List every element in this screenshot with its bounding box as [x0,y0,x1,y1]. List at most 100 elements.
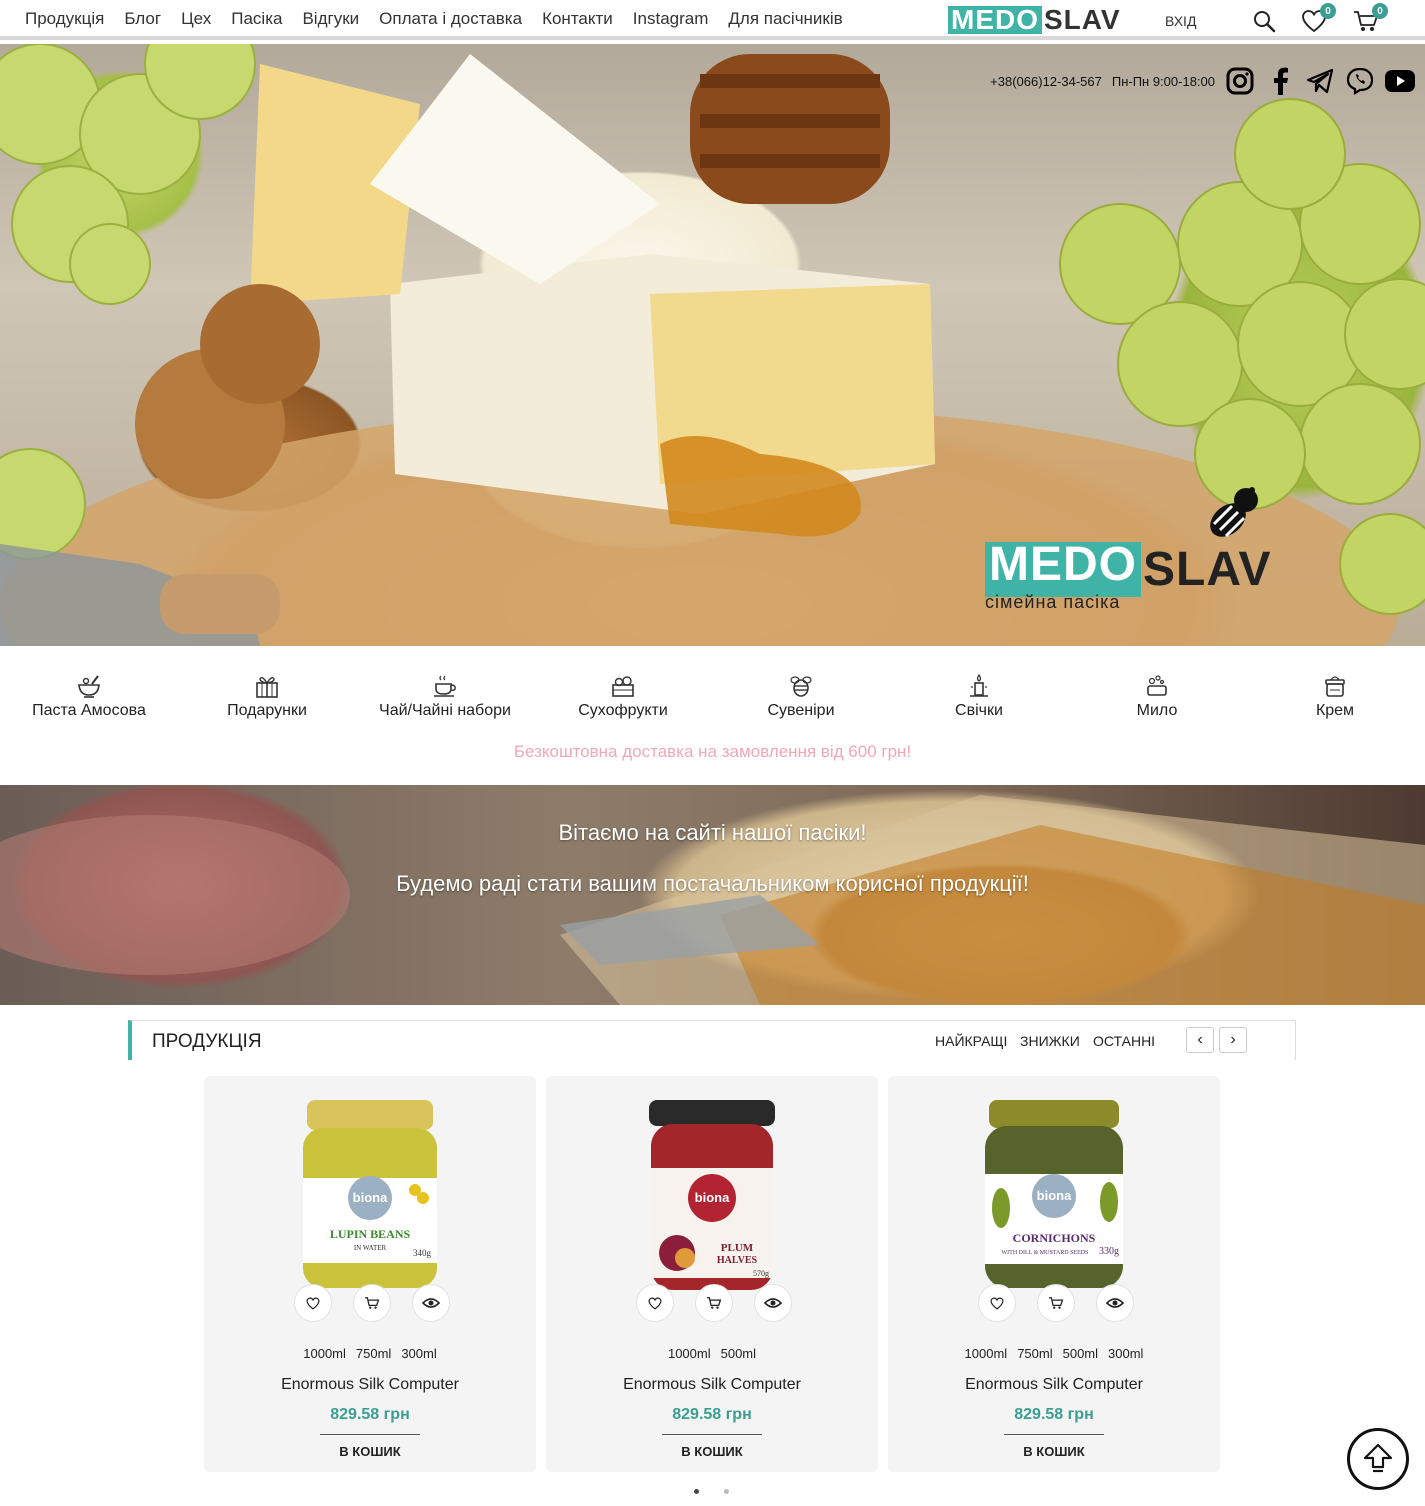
size-option[interactable]: 1000ml [303,1346,346,1361]
nav-link-products[interactable]: Продукція [25,9,104,29]
instagram-link[interactable] [1225,66,1255,96]
welcome-line-2: Будемо раді стати вашим постачальником к… [396,871,1029,896]
youtube-link[interactable] [1385,66,1415,96]
product-card[interactable]: biona PLUM HALVES 570g 1000ml 500ml Enorm… [546,1076,878,1472]
scroll-to-top-button[interactable] [1347,1428,1409,1490]
product-image: biona CORNICHONS WITH DILL & MUSTARD SEE… [985,1100,1123,1288]
add-to-cart-button[interactable]: в кошик [888,1444,1220,1459]
svg-text:biona: biona [695,1190,730,1205]
size-option[interactable]: 750ml [1017,1346,1052,1361]
hero-brand-slav: SLAV [1143,543,1272,596]
quick-view-button[interactable] [1096,1284,1134,1322]
logo-text-medo: MEDO [948,6,1042,34]
cart-icon [365,1297,380,1309]
quick-view-button[interactable] [412,1284,450,1322]
product-price: 829.58 грн [672,1406,752,1423]
site-logo[interactable]: MEDO SLAV [948,4,1121,35]
nav-link-contacts[interactable]: Контакти [542,9,613,29]
cart-button[interactable]: 0 [1352,3,1388,35]
carousel-next-button[interactable]: › [1219,1027,1247,1053]
wishlist-count-badge: 0 [1320,3,1336,19]
wishlist-button[interactable]: 0 [1300,3,1336,35]
category-label: Сухофрукти [578,702,668,719]
carousel-dot[interactable] [724,1489,729,1494]
category-label: Мило [1136,702,1178,719]
add-to-wishlist-button[interactable] [978,1284,1016,1322]
bee-icon [1210,487,1258,538]
category-souvenirs[interactable]: Сувеніри [712,672,890,720]
facebook-link[interactable] [1265,66,1295,96]
cart-icon [1049,1297,1064,1309]
category-label: Чай/Чайні набори [379,702,511,719]
size-options: 1000ml 750ml 300ml [204,1346,536,1361]
category-dried-fruits[interactable]: Сухофрукти [534,672,712,720]
category-cream[interactable]: Крем [1246,672,1424,720]
add-to-cart-icon-button[interactable] [1037,1284,1075,1322]
bee-icon [790,676,812,697]
size-option[interactable]: 1000ml [668,1346,711,1361]
hero-brand-title: MEDO SLAV [985,541,1272,597]
add-to-wishlist-button[interactable] [636,1284,674,1322]
viber-icon [1346,67,1374,95]
add-to-cart-button[interactable]: в кошик [546,1444,878,1459]
free-shipping-notice: Безкоштовна доставка на замовлення від 6… [513,742,912,761]
add-to-wishlist-button[interactable] [294,1284,332,1322]
size-options: 1000ml 500ml [546,1346,878,1361]
carousel-prev-button[interactable]: ‹ [1186,1027,1214,1053]
add-to-cart-icon-button[interactable] [695,1284,733,1322]
product-card[interactable]: biona CORNICHONS WITH DILL & MUSTARD SEE… [888,1076,1220,1472]
add-to-cart-button[interactable]: в кошик [204,1444,536,1459]
phone-number[interactable]: +38(066)12-34-567 [990,74,1102,89]
hero-contacts: +38(066)12-34-567 Пн-Пн 9:00-18:00 [990,64,1425,98]
carousel-dot-active[interactable] [694,1489,699,1494]
size-option[interactable]: 750ml [356,1346,391,1361]
telegram-link[interactable] [1305,66,1335,96]
teacup-icon [434,675,456,697]
svg-text:LUPIN BEANS: LUPIN BEANS [330,1227,411,1241]
tab-latest[interactable]: ОСТАННІ [1093,1033,1155,1049]
search-button[interactable] [1250,7,1278,35]
mortar-icon [78,675,100,698]
login-link[interactable]: вхід [1165,13,1196,29]
product-name[interactable]: Enormous Silk Computer [888,1376,1220,1394]
svg-text:IN WATER: IN WATER [354,1244,387,1252]
nav-link-workshop[interactable]: Цех [181,9,211,29]
tab-best[interactable]: НАЙКРАЩІ [935,1033,1007,1049]
product-price: 829.58 грн [1014,1406,1094,1423]
nav-link-payment-delivery[interactable]: Оплата і доставка [379,9,522,29]
viber-link[interactable] [1345,66,1375,96]
size-option[interactable]: 500ml [721,1346,756,1361]
nav-link-blog[interactable]: Блог [124,9,161,29]
eye-icon [422,1298,440,1308]
size-option[interactable]: 1000ml [965,1346,1008,1361]
category-candles[interactable]: Свічки [890,672,1068,720]
tab-discounts[interactable]: ЗНИЖКИ [1020,1033,1080,1049]
divider [320,1434,420,1435]
category-gifts[interactable]: Подарунки [178,672,356,720]
cream-jar-icon [1325,676,1345,697]
category-tea[interactable]: Чай/Чайні набори [356,672,534,720]
size-option[interactable]: 500ml [1063,1346,1098,1361]
size-option[interactable]: 300ml [401,1346,436,1361]
gift-icon [256,676,278,698]
product-name[interactable]: Enormous Silk Computer [204,1376,536,1394]
product-card[interactable]: biona LUPIN BEANS IN WATER 340g 1000ml 75… [204,1076,536,1472]
size-option[interactable]: 300ml [1108,1346,1143,1361]
product-name[interactable]: Enormous Silk Computer [546,1376,878,1394]
category-soap[interactable]: Мило [1068,672,1246,720]
nav-link-beekeepers[interactable]: Для пасічників [728,9,842,29]
svg-text:570g: 570g [753,1269,769,1278]
facebook-icon [1274,67,1288,95]
nav-link-instagram[interactable]: Instagram [633,9,709,29]
add-to-cart-icon-button[interactable] [353,1284,391,1322]
products-title: ПРОДУКЦІЯ [152,1031,262,1052]
telegram-icon [1306,68,1334,94]
product-price: 829.58 грн [330,1406,410,1423]
category-amosov-paste[interactable]: Паста Амосова [0,672,178,720]
svg-text:PLUM: PLUM [721,1242,754,1254]
working-hours: Пн-Пн 9:00-18:00 [1111,73,1215,89]
nav-link-reviews[interactable]: Відгуки [302,9,359,29]
hero-brand-medo: MEDO [985,541,1141,597]
quick-view-button[interactable] [754,1284,792,1322]
nav-link-apiary[interactable]: Пасіка [231,9,282,29]
